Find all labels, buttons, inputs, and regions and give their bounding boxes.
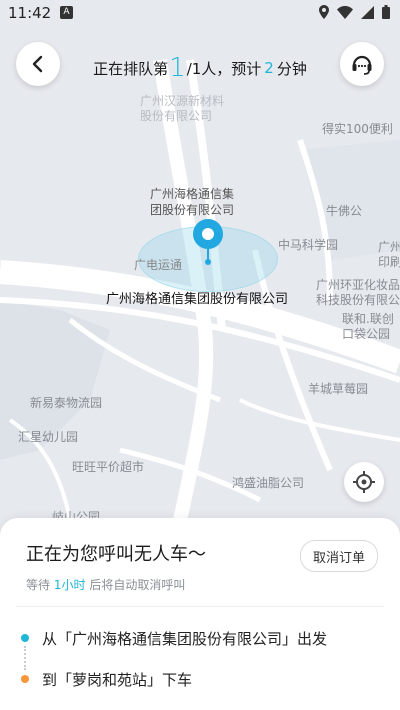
- locate-me-button[interactable]: [344, 462, 384, 502]
- auto-cancel-note: 等待 1小时 后将自动取消呼叫: [26, 576, 185, 593]
- cancel-order-button[interactable]: 取消订单: [300, 540, 378, 572]
- map-label: 牛佛公: [326, 204, 363, 218]
- status-time: 11:42: [8, 4, 52, 22]
- divider: [16, 606, 384, 607]
- wifi-icon: [337, 5, 353, 23]
- queue-status: 正在排队第 1 /1人，预计 2 分钟: [72, 50, 328, 86]
- route-connector: [24, 646, 26, 670]
- map-label: 汇星幼儿园: [18, 430, 79, 444]
- status-icons: [319, 5, 390, 23]
- wait-prefix: 等待: [26, 578, 51, 592]
- status-bar: 11:42 A: [0, 0, 400, 26]
- map-label: 广州环亚化妆品 科技股份有限公司: [316, 278, 400, 307]
- calling-title: 正在为您呼叫无人车～: [26, 544, 206, 565]
- map-label: 广电运通: [134, 258, 183, 272]
- map-label: 新易泰物流园: [30, 396, 103, 410]
- map-label: 广州汉源新材料 股份有限公司: [140, 94, 225, 123]
- location-pin-icon: [192, 218, 224, 266]
- pickup-location-label: 广州海格通信集团股份有限公司: [106, 292, 289, 307]
- location-icon: [319, 5, 329, 23]
- back-button[interactable]: [16, 42, 60, 86]
- map-label: 羊城草莓园: [308, 382, 369, 396]
- map-label: 鸿盛油脂公司: [232, 476, 305, 490]
- destination-text: 到「萝岗和苑站」下车: [42, 671, 193, 689]
- map-label: 广州 印刷: [378, 240, 400, 269]
- queue-total: /1人，预计: [186, 59, 262, 78]
- origin-dot: [21, 634, 29, 642]
- map-label: 中马科学园: [278, 238, 339, 252]
- chevron-left-icon: [32, 55, 43, 73]
- headset-icon: [352, 55, 372, 75]
- customer-service-button[interactable]: [340, 42, 384, 86]
- wait-minutes: 2: [264, 59, 274, 77]
- map-label: 广州海格通信集 团股份有限公司: [150, 187, 235, 217]
- map-label: 联和.联创 口袋公园: [342, 312, 394, 341]
- destination-dot: [21, 675, 29, 683]
- wait-suffix: 后将自动取消呼叫: [89, 578, 186, 592]
- map-label: 旺旺平价超市: [72, 460, 145, 474]
- battery-icon: [382, 5, 390, 23]
- queue-prefix: 正在排队第: [93, 59, 169, 78]
- notification-icon: A: [60, 6, 73, 19]
- wait-time: 1小时: [53, 578, 86, 592]
- crosshair-icon: [353, 471, 375, 493]
- origin-text: 从「广州海格通信集团股份有限公司」出发: [42, 630, 328, 648]
- map-label: 得实100便利: [322, 122, 393, 136]
- signal-icon: [361, 5, 374, 23]
- queue-position: 1: [169, 53, 186, 83]
- wait-unit: 分钟: [276, 59, 307, 78]
